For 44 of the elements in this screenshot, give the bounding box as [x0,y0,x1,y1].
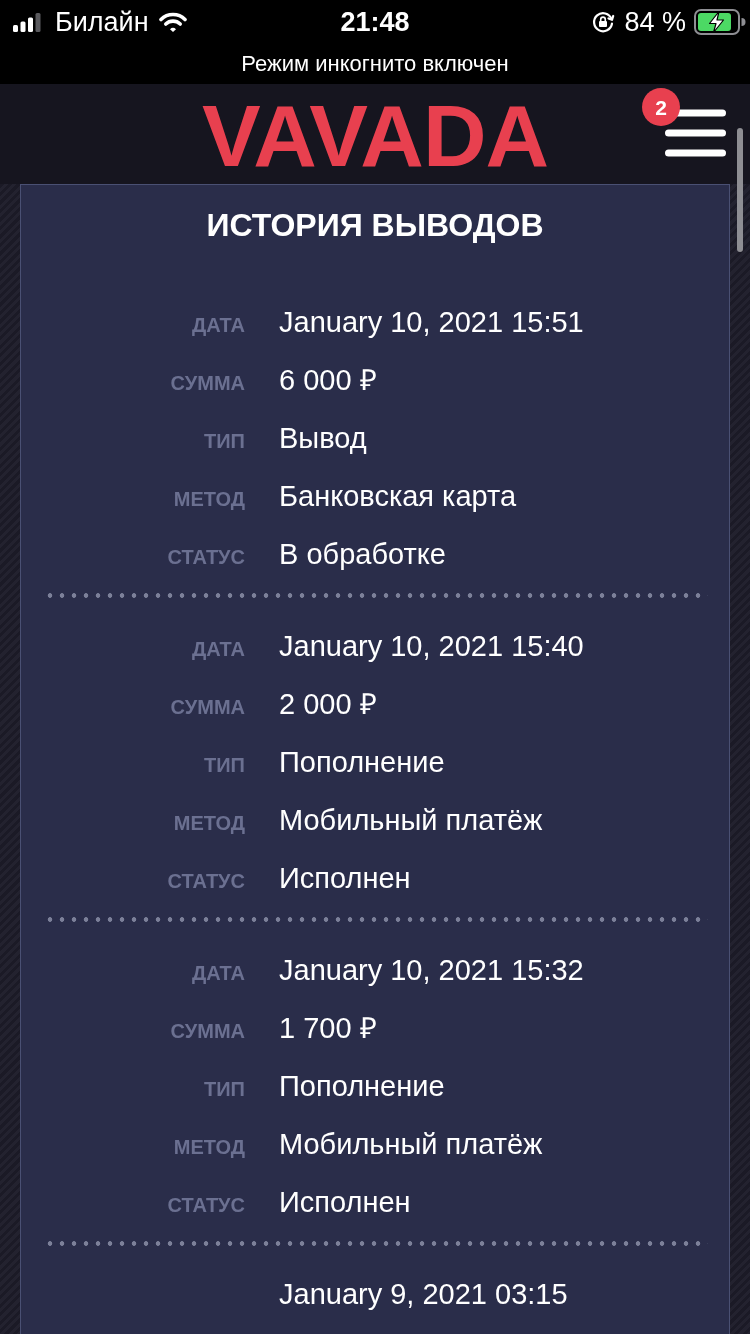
field-value: В обработке [279,537,446,572]
battery-percent: 84 % [624,8,686,36]
menu-icon [665,109,726,157]
rotation-lock-icon [591,10,616,34]
field-value: Пополнение [279,745,445,780]
field-label: ДАТА [191,639,245,659]
notification-badge: 2 [642,88,680,126]
incognito-notice: Режим инкогнито включен [241,53,509,75]
field-value: Мобильный платёж [279,803,543,838]
field-value: Банковская карта [279,479,517,514]
field-value: January 10, 2021 15:40 [279,629,584,664]
logo[interactable]: VAVADA [202,88,548,180]
field-label: ТИП [204,431,245,451]
field-value: 6 000 ₽ [279,363,377,398]
field-value: Исполнен [279,861,411,896]
field-label: СУММА [170,373,245,393]
field-label: МЕТОД [173,489,245,509]
field-label: СУММА [170,1021,245,1041]
field-label: СТАТУС [167,871,245,891]
menu-button[interactable]: 2 [642,88,728,162]
field-value: Вывод [279,421,367,456]
field-value: Пополнение [279,1069,445,1104]
field-value: Мобильный платёж [279,1127,543,1162]
field-value: January 9, 2021 03:15 [279,1277,568,1312]
field-label: МЕТОД [173,813,245,833]
field-label: ДАТА [191,963,245,983]
field-value: January 10, 2021 15:32 [279,953,584,988]
signal-icon [13,12,41,32]
field-label: ТИП [204,1079,245,1099]
carrier-name: Билайн [55,8,149,36]
field-value: 2 000 ₽ [279,687,377,722]
field-label: СТАТУС [167,547,245,567]
field-value: 1 700 ₽ [279,1011,377,1046]
battery-charging-icon [694,9,746,35]
field-label: СТАТУС [167,1195,245,1215]
wifi-icon [158,12,187,32]
history-title: ИСТОРИЯ ВЫВОДОВ [206,206,544,245]
field-label: ДАТА [191,315,245,335]
field-value: January 10, 2021 15:51 [279,305,584,340]
field-value: Исполнен [279,1185,411,1220]
field-label: СУММА [170,697,245,717]
status-time: 21:48 [340,8,410,36]
field-label: ТИП [204,755,245,775]
field-label: МЕТОД [173,1137,245,1157]
